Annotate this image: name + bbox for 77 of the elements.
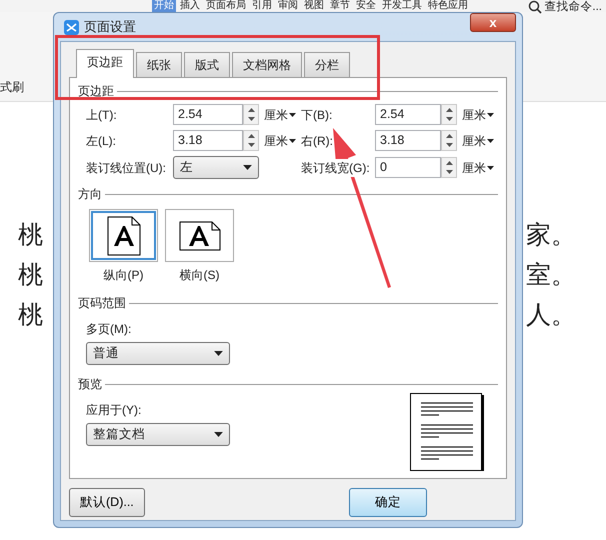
spin-up-icon[interactable] <box>248 134 254 138</box>
spinner-control[interactable] <box>243 104 259 125</box>
dropdown[interactable]: 整篇文档 <box>86 423 230 446</box>
document-text: 人。 <box>526 299 576 331</box>
number-field[interactable]: 3.18 <box>173 130 243 151</box>
caret-icon[interactable] <box>487 166 494 170</box>
section-heading: 页边距 <box>78 83 114 100</box>
format-painter-label[interactable]: 式刷 <box>0 78 24 96</box>
menu-tab[interactable]: 视图 <box>302 0 326 12</box>
section-heading: 预览 <box>78 376 102 393</box>
menu-tab[interactable]: 开发工具 <box>380 0 424 12</box>
field-label: 右(R): <box>301 132 334 150</box>
spin-up-icon[interactable] <box>446 134 452 138</box>
orientation-label: 纵向(P) <box>104 267 144 284</box>
field-label: 下(B): <box>301 106 334 124</box>
tab[interactable]: 版式 <box>184 52 230 77</box>
spin-down-icon[interactable] <box>446 143 452 148</box>
unit-label[interactable]: 厘米 <box>462 106 486 124</box>
document-text: 桃 <box>18 259 43 291</box>
section-heading: 方向 <box>78 186 102 203</box>
spinner-control[interactable] <box>441 104 457 125</box>
spin-down-icon[interactable] <box>248 117 254 122</box>
caret-icon[interactable] <box>289 139 296 144</box>
document-text: 桃 <box>18 299 43 331</box>
number-field[interactable]: 3.18 <box>375 130 441 151</box>
orientation-button[interactable] <box>89 209 158 262</box>
unit-label[interactable]: 厘米 <box>264 106 288 124</box>
spin-up-icon[interactable] <box>446 108 452 112</box>
landscape-page-icon <box>178 220 220 250</box>
ok-button[interactable]: 确定 <box>349 488 427 517</box>
dropdown[interactable]: 普通 <box>86 342 230 365</box>
portrait-page-icon <box>106 216 140 256</box>
number-field[interactable]: 2.54 <box>173 104 243 125</box>
tab[interactable]: 页边距 <box>76 49 134 78</box>
field-label: 多页(M): <box>85 321 132 338</box>
tab[interactable]: 分栏 <box>304 52 350 77</box>
number-field[interactable]: 0 <box>375 157 441 178</box>
caret-icon <box>214 432 223 438</box>
default-button[interactable]: 默认(D)... <box>69 488 145 517</box>
spin-up-icon[interactable] <box>248 108 254 112</box>
caret-icon <box>214 351 223 356</box>
menu-tab[interactable]: 引用 <box>250 0 274 12</box>
spinner-control[interactable] <box>441 157 457 178</box>
orientation-button[interactable] <box>165 209 234 262</box>
search-command-field[interactable]: 查找命令... <box>544 0 602 14</box>
dialog-title: 页面设置 <box>84 18 136 36</box>
section-heading: 页码范围 <box>78 295 126 312</box>
caret-icon <box>243 165 252 170</box>
tab[interactable]: 文档网格 <box>232 52 302 77</box>
caret-icon[interactable] <box>487 139 494 144</box>
spin-down-icon[interactable] <box>248 143 254 148</box>
field-label: 上(T): <box>86 106 118 124</box>
document-text: 家。 <box>526 219 576 251</box>
unit-label[interactable]: 厘米 <box>462 158 486 176</box>
app-icon <box>64 20 79 36</box>
caret-icon[interactable] <box>487 113 494 118</box>
search-icon[interactable] <box>528 0 542 14</box>
field-label: 装订线位置(U): <box>86 160 167 176</box>
menu-tab[interactable]: 页面布局 <box>204 0 248 12</box>
number-field[interactable]: 2.54 <box>375 104 441 125</box>
spinner-control[interactable] <box>243 130 259 151</box>
dropdown[interactable]: 左 <box>173 156 259 179</box>
spin-down-icon[interactable] <box>446 117 452 122</box>
spin-down-icon[interactable] <box>446 170 452 174</box>
tab[interactable]: 纸张 <box>136 52 182 77</box>
field-label: 应用于(Y): <box>85 402 142 419</box>
caret-icon[interactable] <box>289 113 296 118</box>
orientation-label: 横向(S) <box>180 267 220 284</box>
document-text: 室。 <box>526 259 576 291</box>
spin-up-icon[interactable] <box>446 160 452 165</box>
unit-label[interactable]: 厘米 <box>462 132 486 150</box>
menu-tab[interactable]: 插入 <box>178 0 202 12</box>
document-text: 桃 <box>18 219 43 251</box>
spinner-control[interactable] <box>441 130 457 151</box>
unit-label[interactable]: 厘米 <box>264 132 288 150</box>
field-label: 左(L): <box>86 132 117 150</box>
field-label: 装订线宽(G): <box>301 158 370 176</box>
